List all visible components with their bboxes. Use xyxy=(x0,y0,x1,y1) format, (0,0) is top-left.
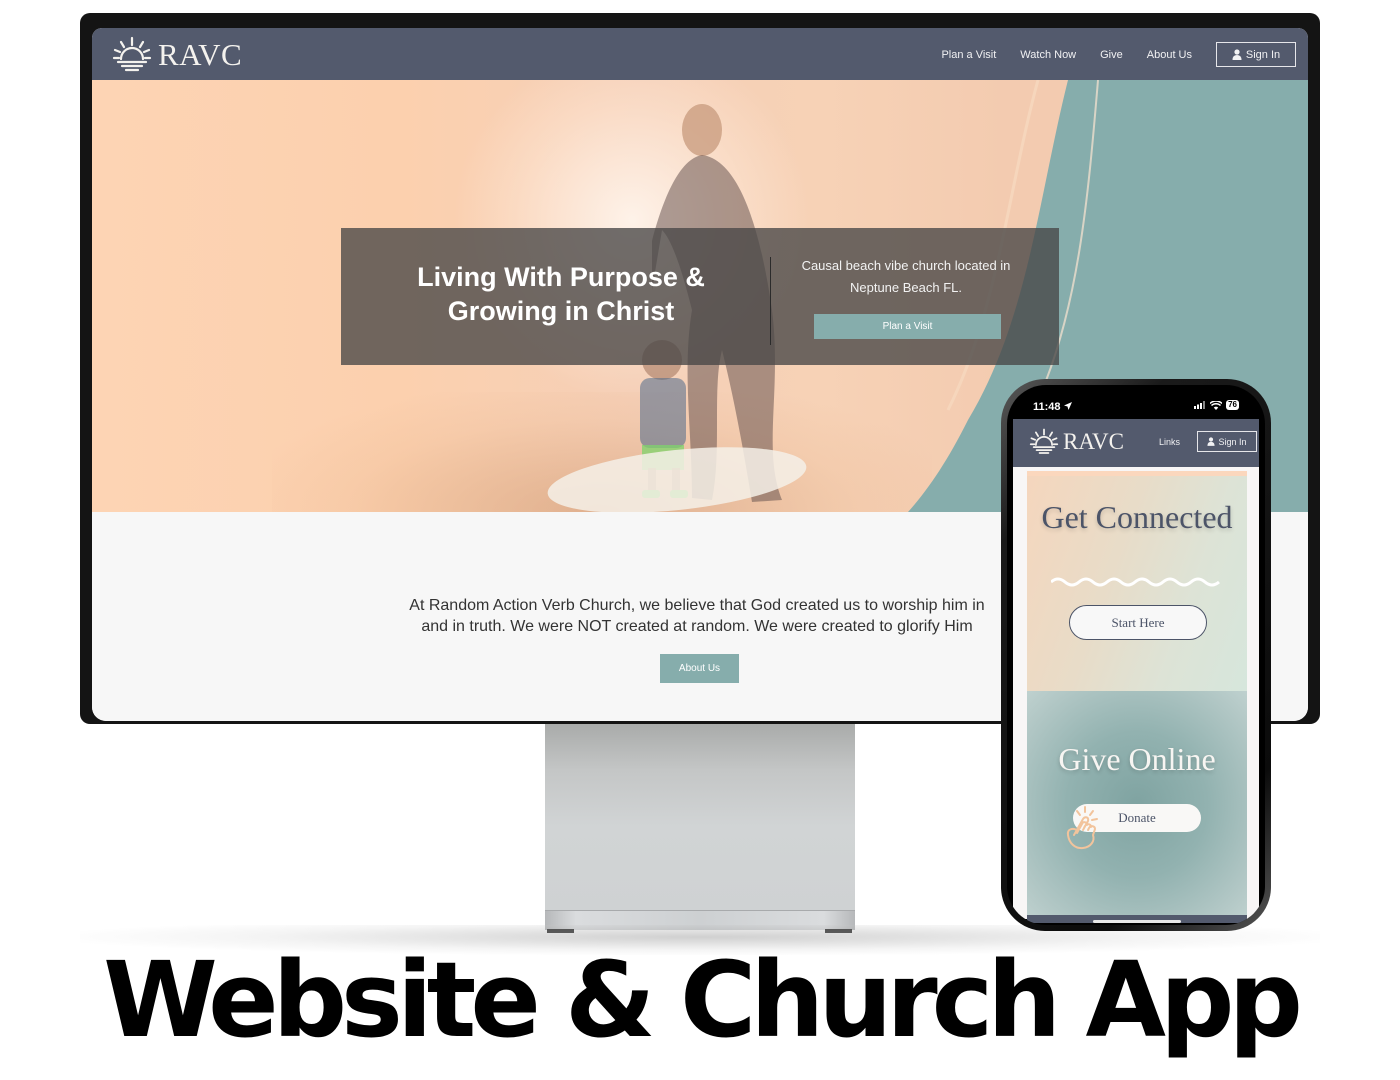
app-sign-in-label: Sign In xyxy=(1218,436,1247,447)
get-connected-title: Get Connected xyxy=(1041,499,1233,535)
hero-overlay-box: Living With Purpose & Growing in Christ … xyxy=(341,228,1059,365)
hero-plan-visit-button[interactable]: Plan a Visit xyxy=(814,314,1001,339)
nav-give[interactable]: Give xyxy=(1100,49,1123,61)
mockup-stage: RAVC Plan a Visit Watch Now Give About U… xyxy=(0,0,1400,1080)
main-nav: Plan a Visit Watch Now Give About Us Sig… xyxy=(941,42,1296,67)
phone-device: 11:48 76 RAVC Links Sign In Get Connecte… xyxy=(1001,379,1271,931)
promo-caption: Website & Church App xyxy=(103,939,1303,1061)
start-here-button[interactable]: Start Here xyxy=(1069,605,1207,640)
hero-divider xyxy=(770,257,771,345)
connect-top-strip xyxy=(1027,471,1247,476)
tap-hand-icon xyxy=(1066,806,1098,850)
user-icon xyxy=(1232,49,1242,60)
logo-text: RAVC xyxy=(158,37,243,72)
sunrise-icon xyxy=(112,36,152,72)
location-arrow-icon xyxy=(1063,402,1072,410)
status-time: 11:48 xyxy=(1033,401,1072,413)
home-indicator[interactable] xyxy=(1093,920,1181,923)
nav-watch-now[interactable]: Watch Now xyxy=(1020,49,1076,61)
site-logo[interactable]: RAVC xyxy=(112,36,242,74)
sunrise-icon xyxy=(1029,428,1059,454)
sign-in-button[interactable]: Sign In xyxy=(1216,42,1296,67)
about-text: At Random Action Verb Church, we believe… xyxy=(409,597,985,635)
nav-about-us[interactable]: About Us xyxy=(1147,49,1192,61)
wave-divider xyxy=(1051,577,1220,587)
app-body: Get Connected Start Here Give Online Don… xyxy=(1013,467,1259,923)
get-connected-card: Get Connected Start Here xyxy=(1027,471,1247,691)
user-icon xyxy=(1207,437,1216,446)
app-links-menu[interactable]: Links xyxy=(1159,437,1180,447)
app-logo-text: RAVC xyxy=(1063,429,1124,454)
app-logo[interactable]: RAVC xyxy=(1029,428,1124,456)
app-sign-in-button[interactable]: Sign In xyxy=(1197,431,1257,452)
nav-plan-a-visit[interactable]: Plan a Visit xyxy=(941,49,996,61)
give-online-card: Give Online Donate xyxy=(1027,691,1247,919)
hero-title: Living With Purpose & Growing in Christ xyxy=(417,262,705,326)
status-bar: 11:48 76 xyxy=(1007,385,1265,421)
signal-icon xyxy=(1194,401,1206,409)
about-us-button[interactable]: About Us xyxy=(660,654,739,683)
hero-subtitle: Causal beach vibe church located in Nept… xyxy=(801,258,1011,295)
status-indicators: 76 xyxy=(1194,400,1239,410)
wifi-icon xyxy=(1210,400,1223,410)
monitor-stand xyxy=(545,724,855,910)
phone-screen: 11:48 76 RAVC Links Sign In Get Connecte… xyxy=(1007,385,1265,925)
app-header: RAVC Links Sign In xyxy=(1013,419,1259,467)
give-online-title: Give Online xyxy=(1058,741,1216,777)
battery-indicator: 76 xyxy=(1226,400,1239,410)
sign-in-label: Sign In xyxy=(1245,48,1281,61)
site-header: RAVC Plan a Visit Watch Now Give About U… xyxy=(92,28,1308,80)
